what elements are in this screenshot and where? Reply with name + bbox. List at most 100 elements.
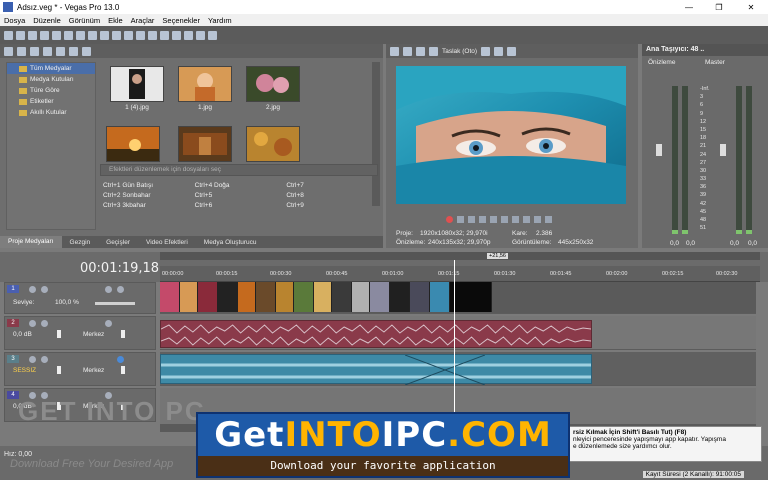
tree-item-by-type[interactable]: Türe Göre: [7, 85, 95, 96]
mute-icon[interactable]: [29, 320, 36, 327]
menu-ekle[interactable]: Ekle: [104, 16, 127, 25]
edit-tool-icon[interactable]: [148, 30, 157, 40]
menu-gorunum[interactable]: Görünüm: [65, 16, 104, 25]
undo-icon[interactable]: [124, 30, 133, 40]
video-clip[interactable]: [238, 282, 256, 312]
media-thumbnail[interactable]: [110, 66, 164, 102]
shortcut-item[interactable]: Ctrl+5: [195, 192, 287, 202]
master-fader[interactable]: [720, 144, 726, 156]
video-clip[interactable]: [352, 282, 370, 312]
play-icon[interactable]: [479, 216, 486, 223]
time-ruler[interactable]: 00:00:00 00:00:15 00:00:30 00:00:45 00:0…: [160, 266, 760, 282]
tree-item-all-media[interactable]: Tüm Medyalar: [7, 63, 95, 74]
media-thumbnail[interactable]: [106, 126, 160, 162]
envelope-tool-icon[interactable]: [160, 30, 169, 40]
audio-track-header[interactable]: 2 0,0 dB Merkez: [4, 316, 156, 350]
video-track-lane[interactable]: [160, 282, 756, 314]
shortcut-item[interactable]: Ctrl+6: [195, 202, 287, 212]
tree-item-smart-bins[interactable]: Akıllı Kutular: [7, 107, 95, 118]
refresh-icon[interactable]: [30, 46, 39, 56]
tab-transitions[interactable]: Geçişler: [98, 239, 138, 246]
video-clip[interactable]: [160, 282, 180, 312]
video-clip[interactable]: [450, 282, 492, 312]
volume-slider[interactable]: [57, 366, 61, 374]
fx-icon[interactable]: [416, 46, 425, 56]
pan-slider[interactable]: [121, 366, 125, 374]
media-thumbnail[interactable]: [178, 66, 232, 102]
video-clip[interactable]: [256, 282, 276, 312]
overlays-icon[interactable]: [481, 46, 491, 56]
remove-media-icon[interactable]: [43, 46, 52, 56]
shortcut-item[interactable]: Ctrl+1 Gün Batışı: [103, 182, 195, 192]
audio-track-lane[interactable]: [160, 316, 756, 350]
loop-icon[interactable]: [457, 216, 464, 223]
menu-araclar[interactable]: Araçlar: [127, 16, 159, 25]
copy-snapshot-icon[interactable]: [494, 46, 504, 56]
playhead-cursor[interactable]: [454, 260, 455, 420]
shortcut-item[interactable]: Ctrl+8: [286, 192, 378, 202]
mute-icon[interactable]: [29, 286, 36, 293]
audio-track-header[interactable]: 3 SESSIZ Merkez: [4, 352, 156, 386]
compositing-icon[interactable]: [117, 286, 124, 293]
video-clip[interactable]: [198, 282, 218, 312]
new-project-icon[interactable]: [4, 30, 13, 40]
tree-item-tags[interactable]: Etiketler: [7, 96, 95, 107]
play-from-start-icon[interactable]: [468, 216, 475, 223]
redo-icon[interactable]: [136, 30, 145, 40]
save-icon[interactable]: [28, 30, 37, 40]
shortcut-item[interactable]: Ctrl+4 Doğa: [195, 182, 287, 192]
shortcut-item[interactable]: Ctrl+2 Sonbahar: [103, 192, 195, 202]
save-snapshot-icon[interactable]: [507, 46, 517, 56]
video-clip[interactable]: [314, 282, 332, 312]
prev-frame-icon[interactable]: [534, 216, 541, 223]
preview-fader[interactable]: [656, 144, 662, 156]
audio-track-lane[interactable]: [160, 352, 756, 386]
audio-clip[interactable]: [160, 320, 592, 348]
pan-slider[interactable]: [121, 330, 125, 338]
snap-icon[interactable]: [184, 30, 193, 40]
media-fx-icon[interactable]: [56, 46, 65, 56]
video-clip[interactable]: [390, 282, 410, 312]
video-clip[interactable]: [370, 282, 390, 312]
video-clip[interactable]: [218, 282, 238, 312]
video-clip[interactable]: [276, 282, 294, 312]
go-to-end-icon[interactable]: [523, 216, 530, 223]
shortcut-item[interactable]: Ctrl+3 3kbahar: [103, 202, 195, 212]
view-icon[interactable]: [82, 46, 91, 56]
capture-icon[interactable]: [17, 46, 26, 56]
video-clip[interactable]: [410, 282, 430, 312]
copy-icon[interactable]: [88, 30, 97, 40]
solo-icon[interactable]: [41, 286, 48, 293]
menu-secenekler[interactable]: Seçenekler: [158, 16, 204, 25]
video-clip[interactable]: [430, 282, 450, 312]
media-thumbnail[interactable]: [246, 66, 300, 102]
video-track-header[interactable]: 1 Seviye: 100,0 %: [4, 282, 156, 314]
preview-properties-icon[interactable]: [390, 46, 399, 56]
volume-slider[interactable]: [57, 330, 61, 338]
tree-item-media-bins[interactable]: Medya Kutuları: [7, 74, 95, 85]
solo-icon[interactable]: [41, 320, 48, 327]
record-icon[interactable]: [446, 216, 453, 223]
level-slider[interactable]: [95, 302, 135, 305]
solo-icon[interactable]: [41, 356, 48, 363]
go-to-start-icon[interactable]: [512, 216, 519, 223]
menu-dosya[interactable]: Dosya: [0, 16, 29, 25]
media-thumbnail[interactable]: [246, 126, 300, 162]
close-button[interactable]: ✕: [734, 3, 768, 12]
properties-icon[interactable]: [64, 30, 73, 40]
video-clip[interactable]: [294, 282, 314, 312]
track-fx-icon[interactable]: [105, 286, 112, 293]
shortcut-item[interactable]: Ctrl+7: [286, 182, 378, 192]
next-frame-icon[interactable]: [545, 216, 552, 223]
delete-icon[interactable]: [112, 30, 121, 40]
menu-yardim[interactable]: Yardım: [204, 16, 236, 25]
search-icon[interactable]: [69, 46, 78, 56]
help-icon[interactable]: [208, 30, 217, 40]
open-icon[interactable]: [16, 30, 25, 40]
shortcut-item[interactable]: Ctrl+9: [286, 202, 378, 212]
video-clip[interactable]: [180, 282, 198, 312]
tab-explorer[interactable]: Gezgin: [62, 239, 99, 246]
tab-project-media[interactable]: Proje Medyaları: [0, 236, 62, 248]
save-as-icon[interactable]: [40, 30, 49, 40]
tab-video-fx[interactable]: Video Efektleri: [138, 239, 196, 246]
